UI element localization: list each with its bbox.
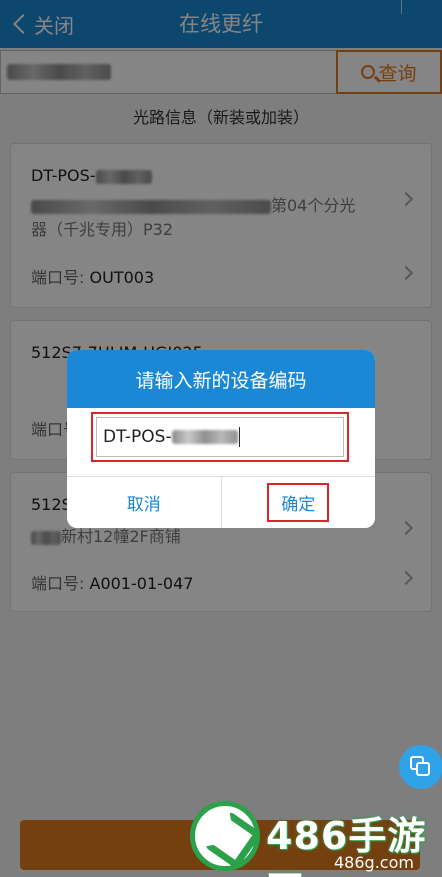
copy-icon-front: [416, 762, 430, 776]
watermark: 486手游网 486g.com: [186, 797, 442, 877]
confirm-button[interactable]: 确定: [222, 477, 376, 528]
dialog-input-highlight: DT-POS-: [91, 412, 349, 462]
dialog-actions: 取消 确定: [67, 476, 375, 528]
cancel-button[interactable]: 取消: [67, 477, 222, 528]
cancel-button-label: 取消: [126, 495, 161, 515]
dialog-title: 请输入新的设备编码: [67, 350, 375, 408]
floating-window-button[interactable]: [399, 745, 442, 789]
device-code-input-value: DT-POS-: [103, 427, 172, 447]
watermark-logo-icon: [190, 801, 260, 871]
device-code-input[interactable]: DT-POS-: [96, 417, 344, 457]
confirm-button-label: 确定: [267, 483, 330, 522]
watermark-sub-text: 486g.com: [334, 853, 414, 872]
blurred-input-value: [171, 430, 238, 444]
device-code-dialog: 请输入新的设备编码 DT-POS- 取消 确定: [67, 350, 375, 528]
text-caret: [238, 427, 241, 447]
